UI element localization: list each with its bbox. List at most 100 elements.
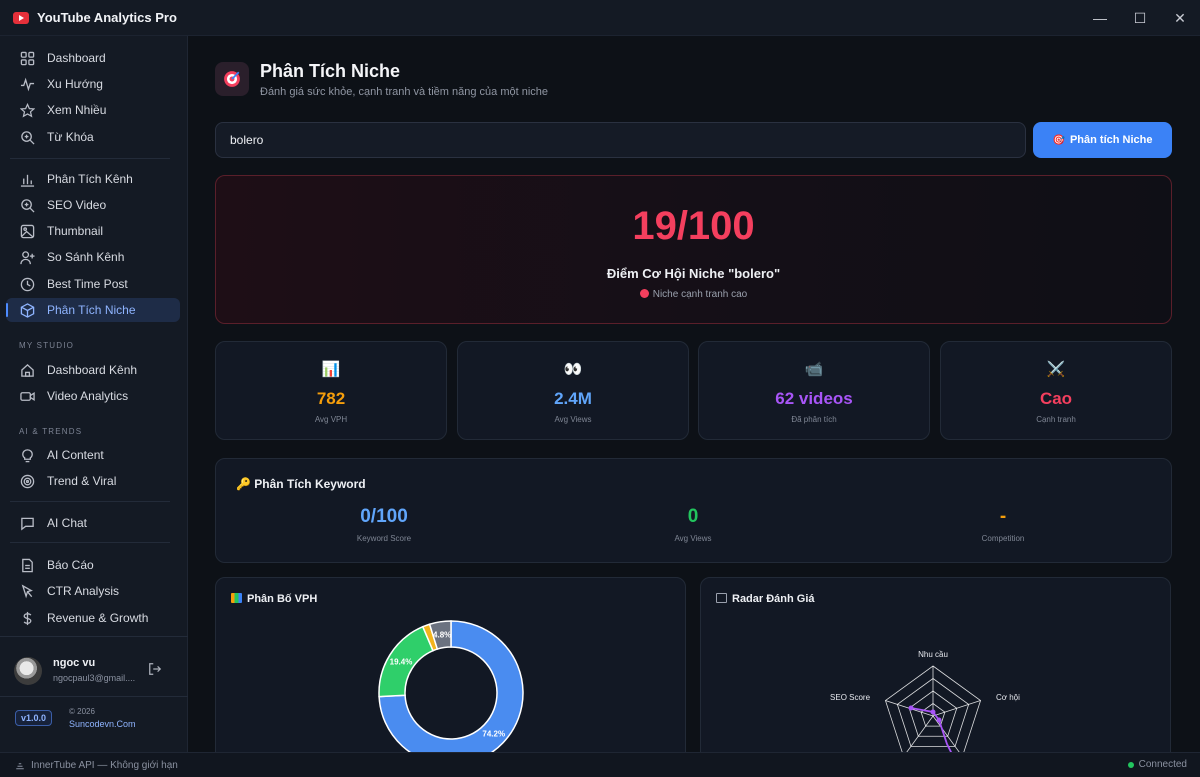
nav-label: Revenue & Growth xyxy=(47,611,149,625)
stat-card-competition: ⚔️ Cao Cạnh tranh xyxy=(940,341,1172,440)
search-plus-icon xyxy=(19,129,35,145)
donut-slice-label: 4.8% xyxy=(433,631,451,640)
eyes-icon: 👀 xyxy=(563,361,583,378)
analyze-niche-button[interactable]: 🎯 Phân tích Niche xyxy=(1033,122,1172,158)
line-chart-icon xyxy=(716,593,727,603)
nav-phan-tich-niche[interactable]: Phân Tích Niche xyxy=(6,298,180,322)
donut-slice-label: 74.2% xyxy=(482,730,505,739)
main-content: Phân Tích Niche Đánh giá sức khỏe, cạnh … xyxy=(188,36,1200,752)
grid-icon xyxy=(19,50,35,66)
nav-tu-khoa[interactable]: Từ Khóa xyxy=(6,125,180,149)
vph-distribution-panel: Phân Bố VPH 74.2% 19.4% 4.8% xyxy=(215,577,686,752)
copyright-text: © 2026 xyxy=(69,707,95,716)
target-icon: 🎯 xyxy=(1052,134,1065,146)
nav-dashboard-kenh[interactable]: Dashboard Kênh xyxy=(6,358,180,382)
user-profile[interactable]: ngoc vu ngocpaul3@gmail.... xyxy=(14,654,174,688)
radar-panel-title-text: Radar Đánh Giá xyxy=(732,593,815,605)
nav-ctr-analysis[interactable]: CTR Analysis xyxy=(6,579,180,603)
keyword-competition: - Competition xyxy=(893,506,1113,543)
close-button[interactable]: ✕ xyxy=(1160,0,1200,36)
nav-phan-tich-kenh[interactable]: Phân Tích Kênh xyxy=(6,167,180,191)
status-bar: InnerTube API — Không giới hạn Connected xyxy=(0,752,1200,777)
minimize-button[interactable]: — xyxy=(1080,0,1120,36)
stat-label: Avg Views xyxy=(554,415,592,424)
nav-label: Báo Cáo xyxy=(47,558,94,572)
site-link[interactable]: Suncodevn.Com xyxy=(69,719,136,729)
user-name: ngoc vu xyxy=(53,657,96,669)
niche-score-title: Điểm Cơ Hội Niche "bolero" xyxy=(606,266,781,281)
avatar xyxy=(14,657,42,685)
clock-icon xyxy=(19,276,35,292)
youtube-logo-icon xyxy=(13,11,29,24)
api-status-text: InnerTube API — Không giới hạn xyxy=(31,759,178,771)
stat-value: 62 videos xyxy=(775,389,853,408)
vph-panel-title-text: Phân Bố VPH xyxy=(247,593,318,605)
bar-chart-icon: 📊 xyxy=(321,361,341,378)
bars-icon xyxy=(16,763,24,770)
nav-revenue-growth[interactable]: Revenue & Growth xyxy=(6,606,180,630)
app-title: YouTube Analytics Pro xyxy=(37,10,177,25)
nav-label: AI Chat xyxy=(47,516,88,530)
radar-point[interactable] xyxy=(908,705,914,711)
radar-point[interactable] xyxy=(936,717,942,723)
camera-icon: 📹 xyxy=(804,361,824,378)
keyword-competition-label: Competition xyxy=(981,534,1025,543)
nav-label: Best Time Post xyxy=(47,277,128,291)
swords-icon: ⚔️ xyxy=(1046,361,1066,378)
keyword-avg-views-value: 0 xyxy=(687,506,699,527)
maximize-button[interactable]: ☐ xyxy=(1120,0,1160,36)
nav-label: Video Analytics xyxy=(47,389,129,403)
radar-point[interactable] xyxy=(930,709,936,715)
stat-card-views: 👀 2.4M Avg Views xyxy=(457,341,689,440)
nav-ai-content[interactable]: AI Content xyxy=(6,443,180,467)
document-icon xyxy=(19,557,35,573)
stat-label: Đã phân tích xyxy=(791,415,837,424)
nav-label: SEO Video xyxy=(47,198,107,212)
bar-chart-icon xyxy=(231,593,242,603)
keyword-competition-value: - xyxy=(999,506,1007,527)
target-icon xyxy=(215,62,249,96)
nav-bao-cao[interactable]: Báo Cáo xyxy=(6,553,180,577)
nav-xem-nhieu[interactable]: Xem Nhiều xyxy=(6,98,180,122)
page-title: Phân Tích Niche xyxy=(260,61,401,81)
bulb-icon xyxy=(19,447,35,463)
nav-seo-video[interactable]: SEO Video xyxy=(6,193,180,217)
stat-value: Cao xyxy=(1039,389,1073,408)
sidebar-divider xyxy=(10,501,170,502)
niche-score-value: 19/100 xyxy=(632,204,755,248)
niche-score-card: 19/100 Điểm Cơ Hội Niche "bolero" Niche … xyxy=(215,175,1172,324)
section-my-studio: MY STUDIO xyxy=(19,341,75,350)
nav-video-analytics[interactable]: Video Analytics xyxy=(6,384,180,408)
niche-search-input[interactable] xyxy=(215,122,1026,158)
nav-label: AI Content xyxy=(47,448,104,462)
nav-xu-huong[interactable]: Xu Hướng xyxy=(6,72,180,96)
chat-icon xyxy=(19,515,35,531)
cube-icon xyxy=(19,302,35,318)
radar-series xyxy=(910,707,953,752)
nav-best-time-post[interactable]: Best Time Post xyxy=(6,272,180,296)
nav-so-sanh-kenh[interactable]: So Sánh Kênh xyxy=(6,245,180,269)
nav-label: CTR Analysis xyxy=(47,584,120,598)
sidebar-divider xyxy=(0,636,188,637)
nav-thumbnail[interactable]: Thumbnail xyxy=(6,219,180,243)
keyword-score-label: Keyword Score xyxy=(356,534,412,543)
stat-label: Avg VPH xyxy=(314,415,348,424)
keyword-score: 0/100 Keyword Score xyxy=(274,506,494,543)
logout-icon[interactable] xyxy=(148,662,162,679)
connection-text: Connected xyxy=(1138,759,1187,770)
cursor-icon xyxy=(19,583,35,599)
sidebar-divider xyxy=(0,696,188,697)
window-controls: — ☐ ✕ xyxy=(1080,0,1200,36)
bar-chart-icon xyxy=(19,171,35,187)
niche-score-note: Niche cạnh tranh cao xyxy=(216,289,1171,300)
radar-axis-label: Cơ hội xyxy=(996,693,1020,702)
nav-ai-chat[interactable]: AI Chat xyxy=(6,511,180,535)
nav-trend-viral[interactable]: Trend & Viral xyxy=(6,469,180,493)
nav-label: Phân Tích Niche xyxy=(47,303,136,317)
video-icon xyxy=(19,388,35,404)
connected-dot-icon xyxy=(1127,761,1134,768)
donut-slice-label: 19.4% xyxy=(390,658,413,667)
connection-status: Connected xyxy=(1127,759,1187,770)
nav-label: Dashboard xyxy=(47,51,106,65)
nav-dashboard[interactable]: Dashboard xyxy=(6,46,180,70)
